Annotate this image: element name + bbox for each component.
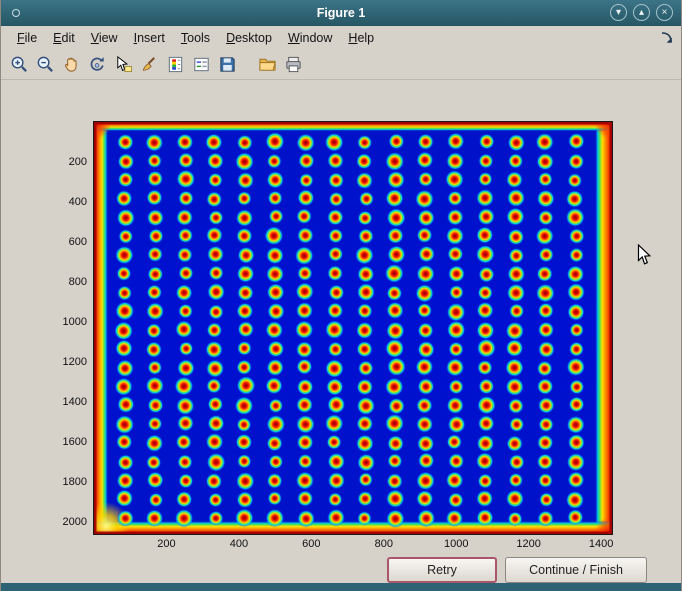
legend-icon[interactable] [189, 53, 213, 77]
menu-item-window[interactable]: Window [280, 28, 340, 48]
x-tick-label: 600 [302, 538, 320, 550]
menu-item-tools[interactable]: Tools [173, 28, 218, 48]
open-icon[interactable] [255, 53, 279, 77]
window-controls: ▾ ▴ × [610, 4, 673, 21]
y-tick-label: 1200 [45, 356, 87, 368]
y-tick-label: 1600 [45, 436, 87, 448]
zoom-in-icon[interactable] [7, 53, 31, 77]
y-tick-label: 800 [45, 276, 87, 288]
y-tick-label: 600 [45, 236, 87, 248]
dock-figure-icon[interactable] [660, 31, 674, 45]
menubar: FileEditViewInsertToolsDesktopWindowHelp [1, 26, 681, 50]
menu-item-desktop[interactable]: Desktop [218, 28, 280, 48]
data-cursor-icon[interactable] [111, 53, 135, 77]
pan-icon[interactable] [59, 53, 83, 77]
x-tick-label: 1000 [444, 538, 468, 550]
x-tick-label: 1200 [516, 538, 540, 550]
retry-button[interactable]: Retry [387, 557, 497, 583]
y-tick-label: 400 [45, 196, 87, 208]
figure-axes-image[interactable] [93, 121, 613, 535]
x-tick-label: 800 [375, 538, 393, 550]
rotate-3d-icon[interactable] [85, 53, 109, 77]
brush-icon[interactable] [137, 53, 161, 77]
toolbar-separator [241, 53, 253, 77]
y-tick-label: 200 [45, 156, 87, 168]
x-tick-label: 1400 [589, 538, 613, 550]
save-icon[interactable] [215, 53, 239, 77]
menu-item-help[interactable]: Help [340, 28, 382, 48]
zoom-out-icon[interactable] [33, 53, 57, 77]
y-tick-label: 1400 [45, 396, 87, 408]
x-tick-label: 400 [230, 538, 248, 550]
figure-window: Figure 1 ▾ ▴ × FileEditViewInsertToolsDesk… [0, 0, 682, 591]
menu-item-file[interactable]: File [9, 28, 45, 48]
titlebar: Figure 1 ▾ ▴ × [1, 0, 681, 26]
mouse-cursor [637, 244, 652, 266]
window-title: Figure 1 [1, 0, 681, 26]
y-tick-label: 1000 [45, 316, 87, 328]
menu-item-view[interactable]: View [83, 28, 126, 48]
minimize-button[interactable]: ▾ [610, 4, 627, 21]
x-tick-label: 200 [157, 538, 175, 550]
window-bottom-border [1, 583, 681, 591]
menu-item-edit[interactable]: Edit [45, 28, 83, 48]
continue-finish-button[interactable]: Continue / Finish [505, 557, 647, 583]
maximize-button[interactable]: ▴ [633, 4, 650, 21]
colorbar-icon[interactable] [163, 53, 187, 77]
y-tick-label: 1800 [45, 476, 87, 488]
menu-item-insert[interactable]: Insert [126, 28, 173, 48]
close-button[interactable]: × [656, 4, 673, 21]
heatmap-canvas[interactable] [94, 122, 612, 534]
print-icon[interactable] [281, 53, 305, 77]
y-tick-label: 2000 [45, 516, 87, 528]
figure-toolbar [1, 50, 681, 80]
